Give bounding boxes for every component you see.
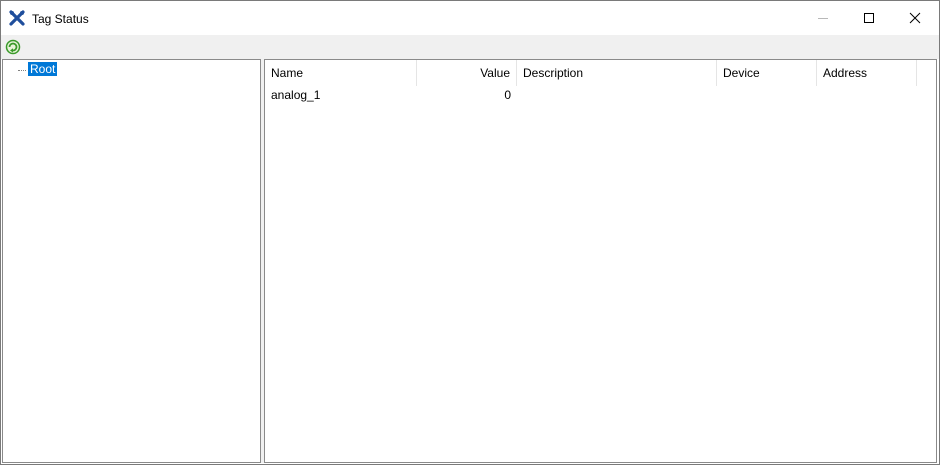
tag-tree[interactable]: Root <box>2 59 261 463</box>
maximize-icon <box>864 13 874 23</box>
tree-connector-line <box>18 70 28 71</box>
close-icon <box>909 12 921 24</box>
toolbar <box>1 35 939 59</box>
cell-value: 0 <box>504 88 511 102</box>
column-header-name[interactable]: Name <box>265 60 417 86</box>
tree-node-root[interactable]: Root <box>26 61 59 77</box>
tools-x-icon <box>9 10 25 26</box>
cell-address <box>817 86 917 104</box>
column-header-description[interactable]: Description <box>517 60 717 86</box>
cell-description <box>517 86 717 104</box>
list-header: Name Value Description Device Address <box>265 60 936 86</box>
tag-status-window: Tag Status Root Name Value Description D… <box>0 0 940 465</box>
window-title: Tag Status <box>32 12 89 26</box>
close-button[interactable] <box>892 1 938 35</box>
column-header-address[interactable]: Address <box>817 60 917 86</box>
refresh-icon[interactable] <box>5 39 21 55</box>
tag-list[interactable]: Name Value Description Device Address an… <box>264 59 937 463</box>
minimize-icon <box>818 18 828 19</box>
minimize-button[interactable] <box>800 1 846 35</box>
column-header-value[interactable]: Value <box>417 60 517 86</box>
cell-name: analog_1 <box>271 88 321 102</box>
maximize-button[interactable] <box>846 1 892 35</box>
column-header-device[interactable]: Device <box>717 60 817 86</box>
table-row[interactable]: analog_1 0 <box>265 86 936 104</box>
cell-device <box>717 86 817 104</box>
title-bar[interactable]: Tag Status <box>1 1 939 35</box>
